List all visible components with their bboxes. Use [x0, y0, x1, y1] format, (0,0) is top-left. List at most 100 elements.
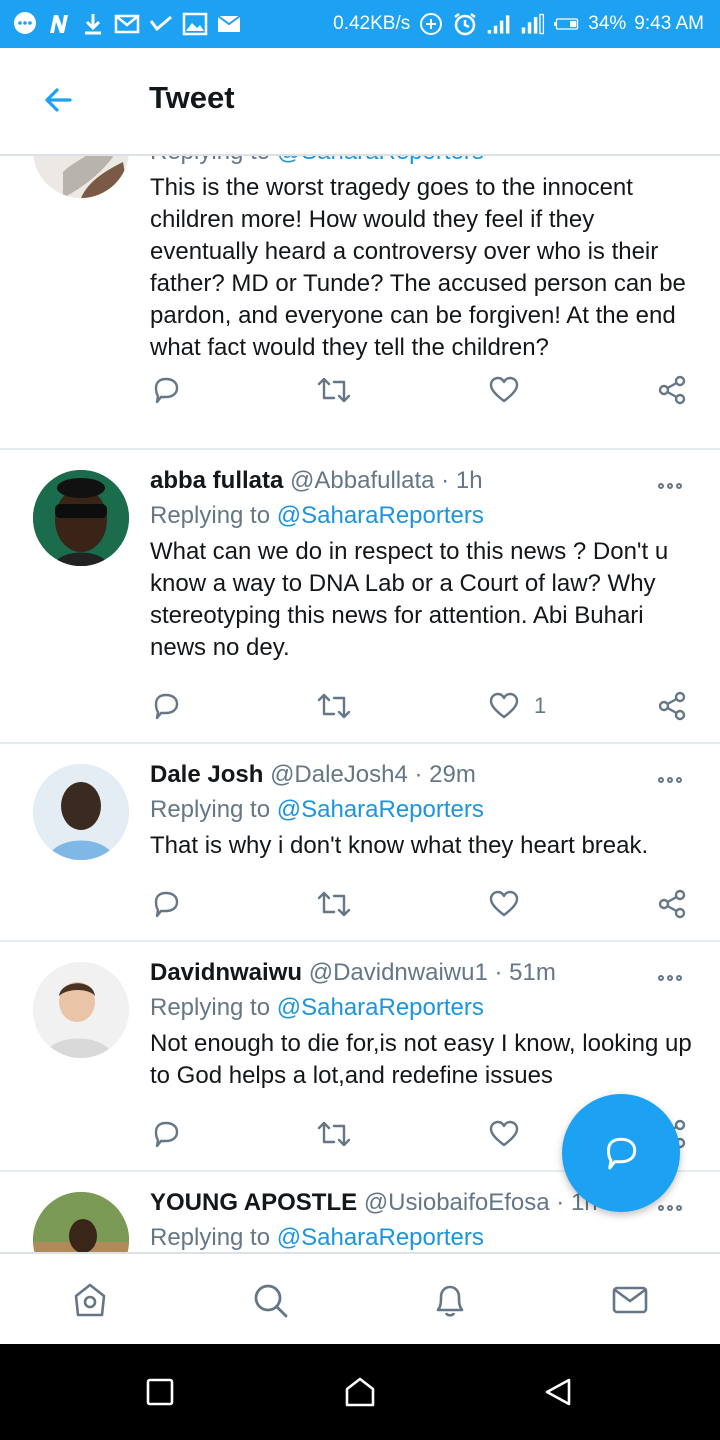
home-shape-icon: [345, 1377, 375, 1407]
replying-handle-link[interactable]: @SaharaReporters: [277, 1224, 484, 1251]
share-icon: [658, 889, 686, 919]
avatar[interactable]: [33, 470, 129, 566]
replying-handle-link[interactable]: @SaharaReporters: [277, 156, 484, 165]
share-button[interactable]: [656, 372, 688, 408]
like-button[interactable]: 1: [488, 688, 546, 724]
home-button[interactable]: [340, 1372, 380, 1412]
author-name[interactable]: Davidnwaiwu: [150, 959, 302, 986]
replies-feed[interactable]: Replying to @SaharaReporters This is the…: [0, 156, 720, 1252]
tweet-time: 29m: [429, 761, 476, 788]
replying-to: Replying to @SaharaReporters: [150, 994, 484, 1021]
tweet-text: What can we do in respect to this news ?…: [150, 538, 669, 661]
reply-button[interactable]: [150, 886, 182, 922]
share-button[interactable]: [656, 886, 688, 922]
author-name[interactable]: Dale Josh: [150, 761, 263, 788]
tweet-text: Not enough to die for,is not easy I know…: [150, 1030, 692, 1089]
square-icon: [146, 1378, 174, 1406]
search-tab[interactable]: [246, 1276, 294, 1324]
heart-icon: [489, 1120, 519, 1147]
retweet-icon: [317, 693, 351, 719]
search-icon: [254, 1284, 288, 1318]
author-name[interactable]: YOUNG APOSTLE: [150, 1189, 357, 1216]
check-icon: [148, 11, 174, 37]
replying-to: Replying to @SaharaReporters: [150, 796, 484, 823]
signal-icon: [486, 11, 512, 37]
reply-button[interactable]: [150, 372, 182, 408]
more-options-icon[interactable]: [658, 480, 686, 492]
back-arrow-icon[interactable]: [38, 80, 78, 120]
replying-handle-link[interactable]: @SaharaReporters: [277, 994, 484, 1021]
author-handle[interactable]: @DaleJosh4: [270, 761, 408, 788]
tweet-actions: [150, 372, 690, 408]
replying-handle-link[interactable]: @SaharaReporters: [277, 796, 484, 823]
chat-bubble-icon: [12, 11, 38, 37]
app-header: Tweet: [0, 48, 720, 156]
avatar[interactable]: [33, 962, 129, 1058]
reply-icon: [154, 1121, 179, 1148]
retweet-icon: [317, 891, 351, 917]
mail-off-icon: [216, 11, 242, 37]
share-button[interactable]: [656, 688, 688, 724]
like-count: 1: [534, 693, 547, 718]
reply-icon: [154, 377, 179, 404]
tweet-header: Davidnwaiwu @Davidnwaiwu1 · 51m: [150, 959, 556, 986]
hotspot-icon: [418, 11, 444, 37]
battery-level: 34%: [588, 13, 627, 34]
more-options-icon[interactable]: [658, 972, 686, 984]
reply-bubble-icon: [607, 1137, 637, 1170]
more-options-icon[interactable]: [658, 1202, 686, 1214]
tweet-header: abba fullata @Abbafullata · 1h: [150, 467, 483, 494]
signal-icon-2: [520, 11, 546, 37]
heart-icon: [489, 376, 519, 403]
reply-button[interactable]: [150, 1116, 182, 1152]
heart-icon: [489, 692, 519, 719]
share-icon: [658, 691, 686, 721]
retweet-icon: [317, 1121, 351, 1147]
network-speed: 0.42KB/s: [333, 13, 411, 34]
replying-to: Replying to @SaharaReporters: [150, 502, 484, 529]
author-handle[interactable]: @UsiobaifoEfosa: [364, 1189, 550, 1216]
author-handle[interactable]: @Davidnwaiwu1: [309, 959, 488, 986]
tweet-item[interactable]: Dale Josh @DaleJosh4 · 29m Replying to @…: [0, 744, 720, 942]
retweet-button[interactable]: [316, 372, 352, 408]
clock: 9:43 AM: [634, 13, 704, 34]
avatar[interactable]: [33, 764, 129, 860]
retweet-button[interactable]: [316, 688, 352, 724]
like-button[interactable]: [488, 886, 520, 922]
tweet-time: 1h: [455, 467, 483, 494]
battery-icon: [554, 11, 580, 37]
alarm-icon: [452, 11, 478, 37]
retweet-button[interactable]: [316, 1116, 352, 1152]
tweet-header: Dale Josh @DaleJosh4 · 29m: [150, 761, 476, 788]
triangle-back-icon: [545, 1378, 571, 1406]
messages-icon: [612, 1286, 648, 1314]
author-name[interactable]: abba fullata: [150, 467, 283, 494]
status-bar: 0.42KB/s 34% 9:43 AM: [0, 0, 720, 48]
tweet-text: This is the worst tragedy goes to the in…: [150, 174, 686, 361]
like-button[interactable]: [488, 372, 520, 408]
avatar[interactable]: [33, 156, 129, 198]
image-icon: [182, 11, 208, 37]
tweet-item[interactable]: abba fullata @Abbafullata · 1h Replying …: [0, 450, 720, 744]
reply-icon: [154, 891, 179, 918]
tweet-actions: [150, 886, 690, 922]
notifications-tab[interactable]: [426, 1276, 474, 1324]
tweet-text: That is why i don't know what they heart…: [150, 832, 649, 859]
page-title: Tweet: [149, 80, 235, 115]
reply-button[interactable]: [150, 688, 182, 724]
home-tab[interactable]: [66, 1276, 114, 1324]
back-button[interactable]: [538, 1372, 578, 1412]
author-handle[interactable]: @Abbafullata: [290, 467, 434, 494]
replying-to: Replying to @SaharaReporters: [150, 1224, 484, 1251]
recents-button[interactable]: [140, 1372, 180, 1412]
more-options-icon[interactable]: [658, 774, 686, 786]
reply-icon: [154, 693, 179, 720]
retweet-button[interactable]: [316, 886, 352, 922]
gmail-icon: [114, 11, 140, 37]
replying-handle-link[interactable]: @SaharaReporters: [277, 502, 484, 529]
avatar[interactable]: [33, 1192, 129, 1252]
compose-reply-button[interactable]: [562, 1094, 680, 1212]
tweet-item[interactable]: Replying to @SaharaReporters This is the…: [0, 156, 720, 450]
messages-tab[interactable]: [606, 1276, 654, 1324]
like-button[interactable]: [488, 1116, 520, 1152]
